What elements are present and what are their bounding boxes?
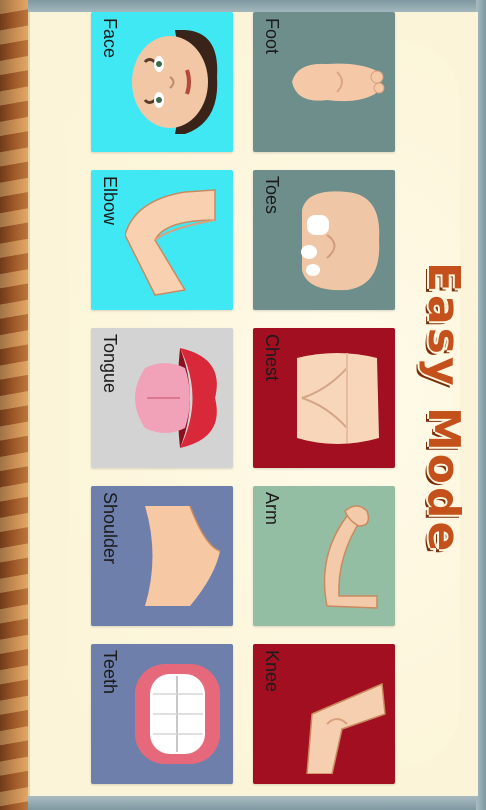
tile-label: Tongue [100,334,120,394]
tile-teeth[interactable]: Teeth [91,644,233,784]
tile-label: Teeth [100,650,120,695]
toes-icon [301,191,380,291]
tile-chest[interactable]: Chest [253,328,395,468]
frame-bottom [28,796,486,810]
chest-icon [297,353,379,444]
knee-icon [306,682,386,774]
tile-label: Elbow [100,176,120,226]
tile-label: Foot [262,18,282,55]
tile-toes[interactable]: Toes [253,170,395,310]
tile-face[interactable]: Face [91,12,233,152]
face-icon [132,30,218,134]
tile-shoulder[interactable]: Shoulder [91,486,233,626]
tile-label: Chest [262,334,282,382]
tile-label: Knee [262,650,282,693]
tongue-icon [135,348,217,448]
tile-elbow[interactable]: Elbow [91,170,233,310]
teeth-icon [135,664,220,764]
tile-label: Shoulder [100,492,120,565]
tile-arm[interactable]: Arm [253,486,395,626]
tile-tongue[interactable]: Tongue [91,328,233,468]
foot-icon [292,63,385,102]
tile-label: Face [100,18,120,59]
elbow-icon [125,189,216,296]
tile-knee[interactable]: Knee [253,644,395,784]
wood-border [0,0,30,810]
shoulder-icon [145,505,221,606]
tile-label: Toes [262,176,282,215]
arm-icon [323,505,378,609]
tile-label: Arm [262,492,282,525]
mode-title: Easy Mode [418,262,469,555]
tile-foot[interactable]: Foot [253,12,395,152]
